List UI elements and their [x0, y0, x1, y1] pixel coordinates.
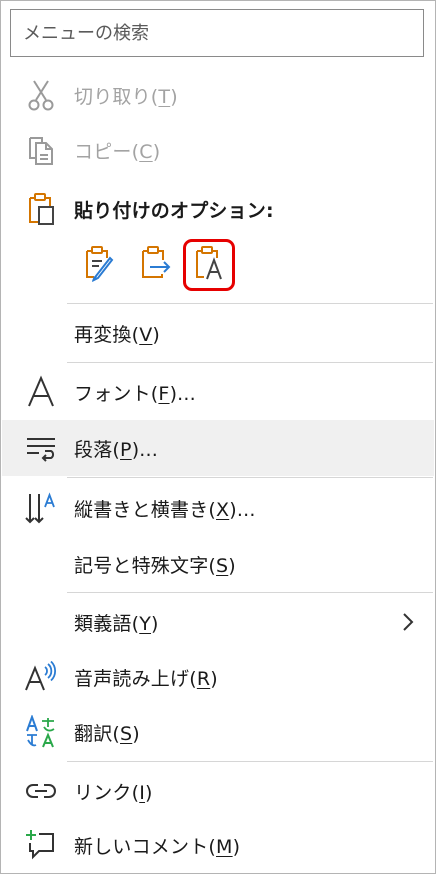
paste-merge-formatting-button[interactable] — [129, 239, 181, 291]
menu-item-reconvert[interactable]: 再変換(V) — [2, 305, 434, 361]
menu-item-label: 音声読み上げ(R) — [74, 667, 218, 690]
menu-item-label: 新しいコメント(M) — [74, 835, 241, 858]
scissors-icon — [22, 75, 60, 115]
menu-item-label: リンク(I) — [74, 781, 153, 804]
menu-separator — [67, 592, 433, 593]
menu-item-label: 再変換(V) — [74, 323, 161, 346]
menu-item-label: フォント(F)... — [74, 382, 196, 405]
menu-item-link[interactable]: リンク(I) — [2, 763, 434, 819]
paste-options-buttons — [71, 235, 271, 295]
menu-item-text-direction[interactable]: 縦書きと横書き(X)... — [2, 480, 434, 536]
menu-item-copy: コピー(C) — [2, 122, 434, 178]
menu-separator — [67, 477, 433, 478]
menu-item-new-comment[interactable]: 新しいコメント(M) — [2, 817, 434, 873]
menu-separator — [67, 362, 433, 363]
menu-item-label: 翻訳(S) — [74, 722, 140, 745]
paste-text-only-button[interactable] — [183, 239, 235, 291]
menu-item-font[interactable]: フォント(F)... — [2, 364, 434, 420]
menu-item-cut: 切り取り(T) — [2, 67, 434, 123]
menu-item-label: コピー(C) — [74, 140, 161, 163]
copy-icon — [22, 130, 60, 170]
menu-item-label: 段落(P)... — [74, 438, 159, 461]
menu-item-label: 縦書きと横書き(X)... — [74, 498, 256, 521]
paragraph-icon — [22, 428, 60, 468]
context-menu: 切り取り(T) コピー(C) — [0, 0, 436, 874]
paste-keep-formatting-icon — [82, 244, 116, 286]
paste-text-only-icon — [192, 244, 226, 286]
menu-separator — [67, 303, 433, 304]
new-comment-icon — [22, 825, 60, 865]
menu-item-paragraph[interactable]: 段落(P)... — [2, 420, 434, 476]
read-aloud-icon — [22, 657, 60, 697]
paste-options-label: 貼り付けのオプション: — [74, 199, 274, 222]
link-icon — [22, 771, 60, 811]
menu-item-read-aloud[interactable]: 音声読み上げ(R) — [2, 649, 434, 705]
menu-item-label: 切り取り(T) — [74, 85, 178, 108]
paste-options-header: 貼り付けのオプション: — [2, 181, 434, 237]
paste-keep-formatting-button[interactable] — [73, 239, 125, 291]
menu-item-label: 類義語(Y) — [74, 612, 159, 635]
chevron-right-icon — [398, 610, 418, 634]
menu-item-thesaurus[interactable]: 類義語(Y) — [2, 594, 434, 650]
menu-item-symbols[interactable]: 記号と特殊文字(S) — [2, 536, 434, 592]
menu-item-label: 記号と特殊文字(S) — [74, 554, 236, 577]
menu-item-translate[interactable]: 翻訳(S) — [2, 704, 434, 760]
clipboard-icon — [22, 189, 60, 229]
menu-search-input[interactable] — [10, 9, 424, 57]
menu-separator — [67, 761, 433, 762]
paste-merge-formatting-icon — [138, 244, 172, 286]
text-direction-icon — [22, 488, 60, 528]
font-letter-a-icon — [22, 372, 60, 412]
translate-icon — [22, 712, 60, 752]
